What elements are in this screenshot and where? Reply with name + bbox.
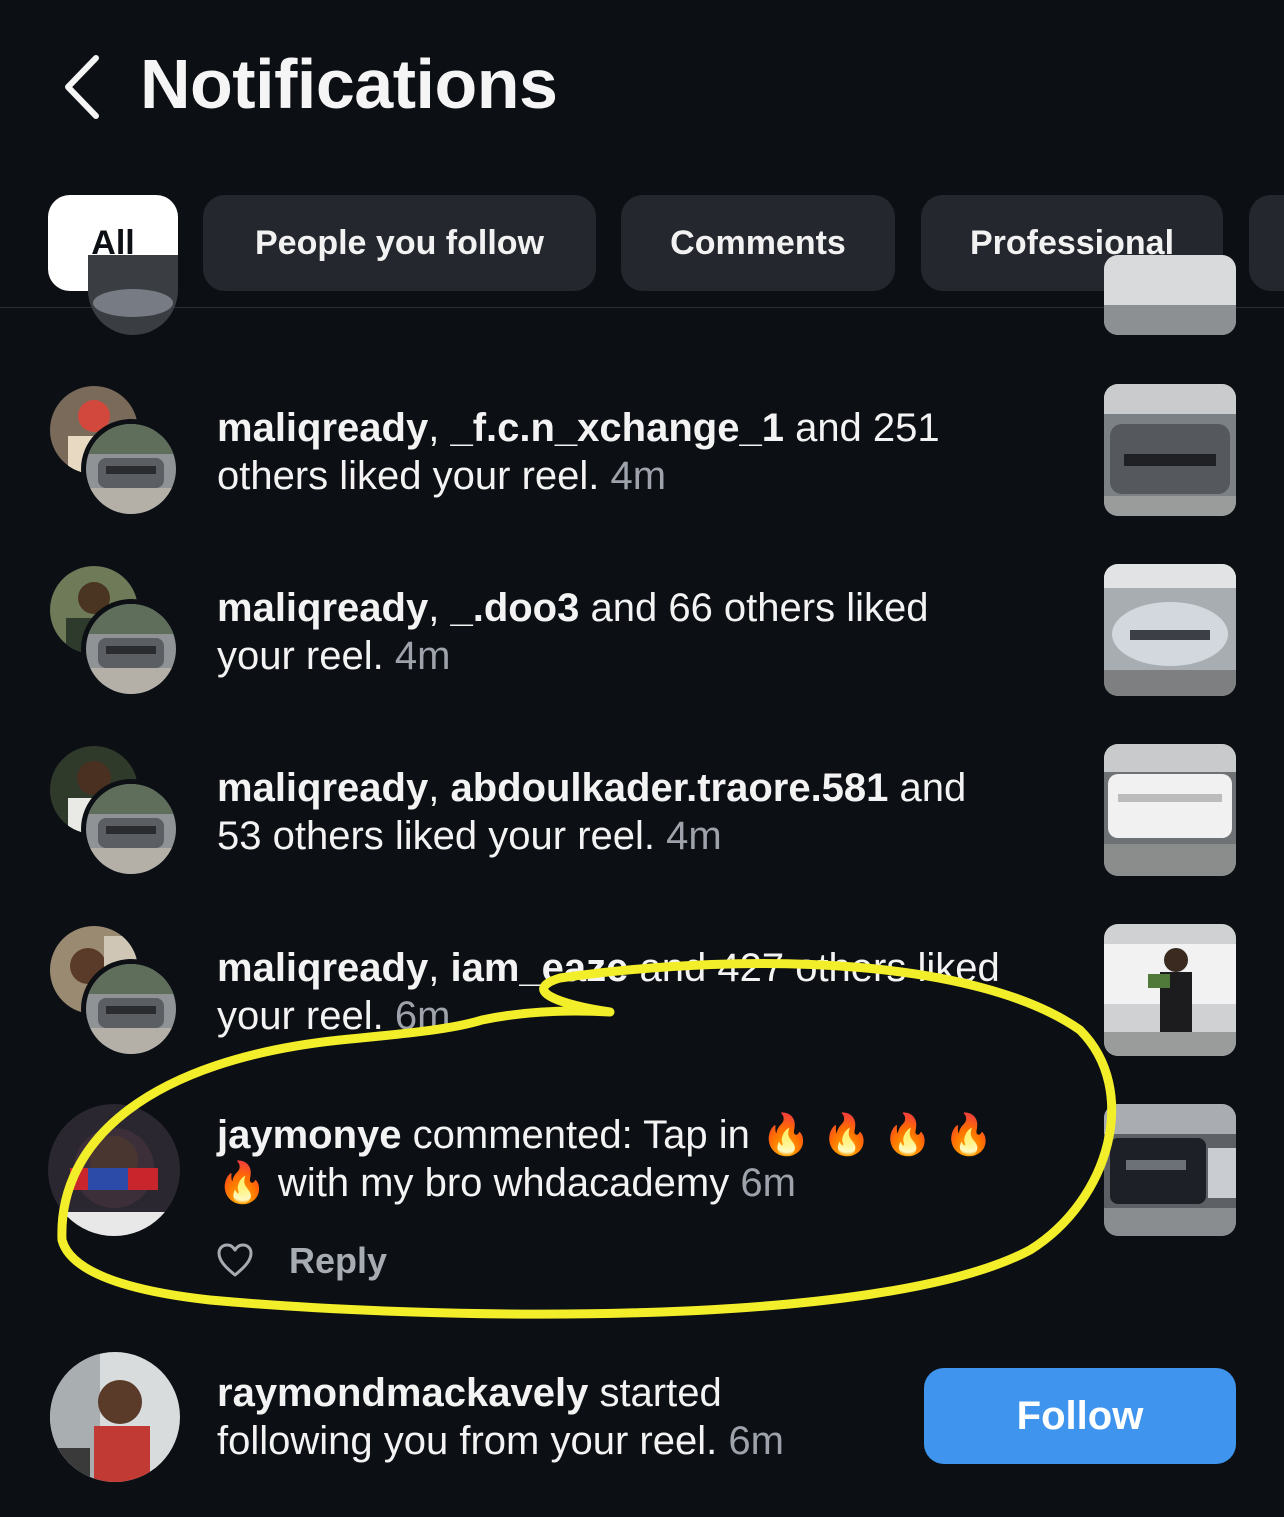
reel-thumbnail[interactable] bbox=[1104, 384, 1236, 516]
reel-thumbnail[interactable] bbox=[1104, 564, 1236, 696]
reply-button[interactable]: Reply bbox=[289, 1240, 387, 1282]
reel-thumbnail[interactable] bbox=[1104, 255, 1236, 335]
avatar bbox=[88, 255, 178, 335]
reel-thumbnail[interactable] bbox=[1104, 924, 1236, 1056]
filter-chip-more[interactable] bbox=[1249, 195, 1284, 291]
filter-chip-comments[interactable]: Comments bbox=[621, 195, 895, 291]
follow-button[interactable]: Follow bbox=[924, 1368, 1236, 1464]
filter-bar: All People you follow Comments Professio… bbox=[0, 195, 1284, 293]
avatar[interactable] bbox=[86, 424, 176, 514]
notification-text[interactable]: maliqready, iam_eaze and 427 others like… bbox=[217, 944, 1000, 1040]
avatar[interactable] bbox=[86, 604, 176, 694]
reel-thumbnail[interactable] bbox=[1104, 744, 1236, 876]
avatar[interactable] bbox=[50, 1352, 180, 1482]
notification-text[interactable]: maliqready, abdoulkader.traore.581 and 5… bbox=[217, 764, 966, 860]
comment-text[interactable]: jaymonye commented: Tap in 🔥 🔥 🔥 🔥 🔥 wit… bbox=[217, 1111, 994, 1207]
header: Notifications bbox=[0, 0, 1284, 170]
notification-text[interactable]: maliqready, _.doo3 and 66 others liked y… bbox=[217, 584, 928, 680]
avatar[interactable] bbox=[86, 964, 176, 1054]
divider bbox=[0, 307, 1284, 308]
back-arrow-icon[interactable] bbox=[58, 52, 108, 122]
heart-icon[interactable] bbox=[216, 1242, 254, 1278]
page-title: Notifications bbox=[140, 45, 558, 123]
notification-text[interactable]: maliqready, _f.c.n_xchange_1 and 251 oth… bbox=[217, 404, 940, 500]
avatar[interactable] bbox=[86, 784, 176, 874]
avatar[interactable] bbox=[48, 1104, 180, 1236]
filter-chip-people-you-follow[interactable]: People you follow bbox=[203, 195, 596, 291]
reel-thumbnail[interactable] bbox=[1104, 1104, 1236, 1236]
notification-text[interactable]: raymondmackavely started following you f… bbox=[217, 1369, 784, 1465]
